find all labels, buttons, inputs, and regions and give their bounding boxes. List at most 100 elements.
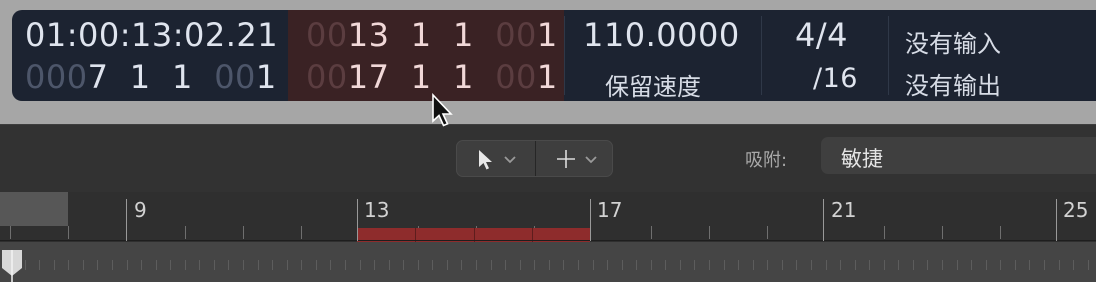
sixteenth-tick <box>782 260 783 270</box>
sixteenth-tick <box>345 260 346 270</box>
sixteenth-tick <box>170 260 171 270</box>
beat-tick <box>185 226 186 239</box>
marker-lane[interactable] <box>0 242 1096 282</box>
beat-tick <box>884 226 885 239</box>
sixteenth-tick <box>389 260 390 270</box>
mouse-cursor-icon <box>432 93 453 127</box>
tempo-section[interactable]: 110.0000 保留速度 <box>565 10 761 101</box>
cycle-start-display[interactable]: 0013 1 1 001 <box>306 16 558 54</box>
sixteenth-tick <box>418 260 419 270</box>
sixteenth-tick <box>447 260 448 270</box>
beat-tick <box>1000 226 1001 239</box>
division[interactable]: /16 <box>813 63 858 94</box>
arrow-pointer-icon <box>479 150 516 170</box>
cycle-start-tick-zeros: 00 <box>495 16 537 54</box>
sixteenth-tick <box>593 260 594 270</box>
sixteenth-tick <box>578 260 579 270</box>
beat-tick <box>942 226 943 239</box>
sixteenth-tick <box>534 260 535 270</box>
sixteenth-tick <box>461 260 462 270</box>
sixteenth-tick <box>1000 260 1001 270</box>
bar-ruler[interactable]: 9 13 17 21 25 <box>0 192 1096 282</box>
sixteenth-tick <box>622 260 623 270</box>
sixteenth-tick <box>855 260 856 270</box>
sixteenth-tick <box>1073 260 1074 270</box>
sixteenth-tick <box>403 260 404 270</box>
sixteenth-tick <box>476 260 477 270</box>
sixteenth-tick <box>25 260 26 270</box>
sixteenth-tick <box>724 260 725 270</box>
beat-tick <box>243 226 244 239</box>
left-click-tool-menu[interactable] <box>457 141 535 176</box>
lcd-display[interactable]: 01:00:13:02.21 0007 1 1 001 0013 1 1 001… <box>12 10 1096 101</box>
cycle-end-leading-zeros: 00 <box>306 58 348 96</box>
cycle-start-value: 13 1 1 <box>347 16 474 54</box>
sixteenth-tick <box>330 260 331 270</box>
sixteenth-tick <box>898 260 899 270</box>
sixteenth-tick <box>287 260 288 270</box>
tool-menu-group <box>456 140 613 177</box>
snap-popup-menu[interactable]: 敏捷 <box>821 137 1096 174</box>
crosshair-icon <box>557 150 597 168</box>
control-bar: 01:00:13:02.21 0007 1 1 001 0013 1 1 001… <box>0 0 1096 124</box>
sixteenth-tick <box>83 260 84 270</box>
command-click-tool-menu[interactable] <box>536 141 614 176</box>
beat-tick <box>651 226 652 239</box>
bar-position-display[interactable]: 0007 1 1 001 <box>25 58 277 96</box>
sixteenth-tick <box>680 260 681 270</box>
sixteenth-tick <box>112 260 113 270</box>
time-clock-display[interactable]: 01:00:13:02.21 <box>25 16 278 54</box>
cycle-end-display[interactable]: 0017 1 1 001 <box>306 58 558 96</box>
cycle-section[interactable]: 0013 1 1 001 0017 1 1 001 <box>288 10 564 101</box>
sixteenth-tick <box>1044 260 1045 270</box>
signature-section[interactable]: 4/4 /16 <box>762 10 888 101</box>
sixteenth-tick <box>258 260 259 270</box>
sixteenth-tick <box>913 260 914 270</box>
bar-line <box>126 199 127 241</box>
sixteenth-tick <box>360 260 361 270</box>
chevron-down-icon <box>585 156 597 164</box>
sixteenth-tick <box>1015 260 1016 270</box>
sixteenth-tick <box>942 260 943 270</box>
tempo-mode-label[interactable]: 保留速度 <box>605 67 701 102</box>
sixteenth-tick <box>549 260 550 270</box>
bar-line <box>590 199 591 241</box>
tempo-value[interactable]: 110.0000 <box>583 16 740 54</box>
bar-label-25: 25 <box>1063 198 1089 222</box>
midi-activity-section: 没有输入 没有输出 <box>889 10 1096 101</box>
sixteenth-tick <box>228 260 229 270</box>
bar-label-13: 13 <box>364 198 390 222</box>
sixteenth-tick <box>520 260 521 270</box>
sixteenth-tick <box>738 260 739 270</box>
midi-input-status: 没有输入 <box>905 30 1001 58</box>
bar-position-value: 7 1 1 <box>87 58 193 96</box>
sixteenth-tick <box>301 260 302 270</box>
sixteenth-tick <box>156 260 157 270</box>
sixteenth-tick <box>665 260 666 270</box>
ruler-header <box>0 192 68 226</box>
cycle-start-leading-zeros: 00 <box>306 16 348 54</box>
snap-value: 敏捷 <box>841 147 883 171</box>
cycle-end-value: 17 1 1 <box>347 58 474 96</box>
sixteenth-tick <box>432 260 433 270</box>
sixteenth-tick <box>753 260 754 270</box>
ruler-baseline <box>0 240 1096 241</box>
sixteenth-tick <box>374 260 375 270</box>
sixteenth-tick <box>316 260 317 270</box>
bar-label-17: 17 <box>597 198 623 222</box>
sixteenth-tick <box>1088 260 1089 270</box>
sixteenth-tick <box>986 260 987 270</box>
time-signature[interactable]: 4/4 <box>795 16 848 54</box>
sixteenth-tick <box>185 260 186 270</box>
beat-tick <box>767 226 768 239</box>
sixteenth-tick <box>767 260 768 270</box>
position-section[interactable]: 01:00:13:02.21 0007 1 1 001 <box>12 10 288 101</box>
playhead-icon[interactable] <box>0 250 24 282</box>
beat-tick <box>68 226 69 239</box>
bar-line <box>357 199 358 241</box>
sixteenth-tick <box>811 260 812 270</box>
sixteenth-tick <box>127 260 128 270</box>
sixteenth-tick <box>39 260 40 270</box>
sixteenth-tick <box>884 260 885 270</box>
sixteenth-tick <box>491 260 492 270</box>
